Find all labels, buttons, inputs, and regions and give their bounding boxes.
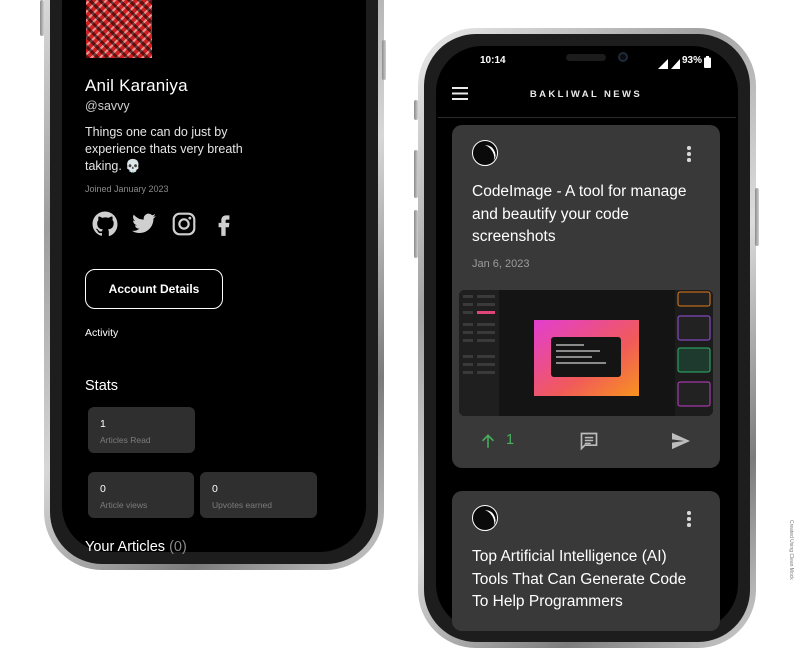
watermark-text: Created Using Clean Mock [788,520,794,580]
wifi-icon [671,56,680,74]
status-time: 10:14 [480,55,506,66]
news-feed-screen: 10:14 93% BAKLIWAL NEWS CodeImage - A to… [0,0,800,631]
watermark: Created Using Clean Mock [786,520,796,600]
share-send-icon[interactable] [671,432,691,455]
article-title[interactable]: Top Artificial Intelligence (AI) Tools T… [472,546,702,614]
author-avatar[interactable] [472,140,498,166]
hamburger-menu-icon[interactable] [452,87,468,105]
battery-icon [704,55,711,73]
more-options-icon[interactable] [687,146,691,164]
comment-icon[interactable] [579,431,599,456]
article-title[interactable]: CodeImage - A tool for manage and beauti… [472,181,702,249]
upvote-arrow-icon[interactable] [479,432,497,455]
upvote-count: 1 [506,432,515,448]
header-divider [438,117,736,118]
signal-icon [658,56,668,74]
article-thumbnail[interactable] [459,290,713,416]
more-options-icon[interactable] [687,511,691,529]
author-avatar[interactable] [472,505,498,531]
app-title: BAKLIWAL NEWS [529,89,643,100]
speaker-notch [566,54,606,61]
front-camera [618,52,628,62]
battery-percent: 93% [682,55,703,66]
article-date: Jan 6, 2023 [472,258,530,270]
